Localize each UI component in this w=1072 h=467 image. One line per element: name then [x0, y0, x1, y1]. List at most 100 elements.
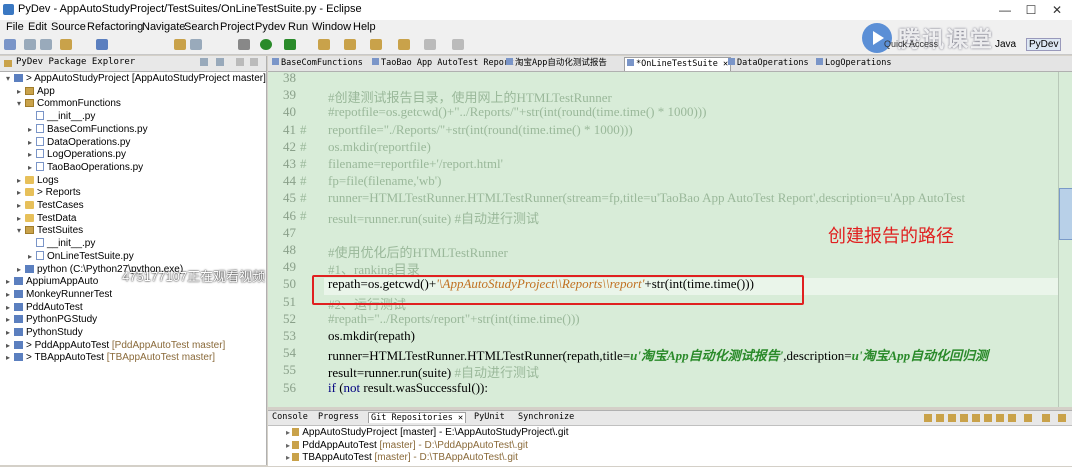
project-icon[interactable]: [174, 39, 186, 50]
code-line[interactable]: filename=reportfile+'/report.html': [328, 156, 503, 172]
code-line[interactable]: #创建测试报告目录，使用网上的HTMLTestRunner: [328, 87, 612, 106]
twisty-icon[interactable]: ▸: [28, 162, 36, 174]
perspective-pydev[interactable]: PyDev: [1026, 38, 1062, 51]
quick-access-field[interactable]: Quick Access: [884, 39, 938, 49]
editor-tab[interactable]: TaoBao App AutoTest Report: [370, 57, 516, 70]
code-line[interactable]: #repotfile=os.getcwd()+"../Reports/"+str…: [328, 104, 706, 120]
twisty-icon[interactable]: ▸: [17, 187, 25, 199]
view-toolbar-icon[interactable]: [936, 414, 944, 422]
editor-tab[interactable]: BaseComFunctions: [270, 57, 365, 70]
editor-tab[interactable]: DataOperations: [726, 57, 811, 70]
twisty-icon[interactable]: ▸: [17, 213, 25, 225]
tree-item[interactable]: ▾ > AppAutoStudyProject [AppAutoStudyProj…: [6, 73, 266, 85]
code-line[interactable]: #repath="../Reports/report"+str(int(time…: [328, 311, 580, 327]
menu-item-navigate[interactable]: Navigate: [142, 21, 185, 33]
twisty-icon[interactable]: ▸: [6, 314, 14, 326]
forward-icon[interactable]: [452, 39, 464, 50]
view-toolbar-icon[interactable]: [924, 414, 932, 422]
view-toolbar-icon[interactable]: [960, 414, 968, 422]
menu-item-run[interactable]: Run: [288, 21, 308, 33]
next-annotation-icon[interactable]: [370, 39, 382, 50]
code-line[interactable]: os.mkdir(repath): [328, 328, 415, 344]
twisty-icon[interactable]: ▸: [6, 302, 14, 314]
view-toolbar-icon[interactable]: [948, 414, 956, 422]
package-icon[interactable]: [96, 39, 108, 50]
twisty-icon[interactable]: ▸: [28, 124, 36, 136]
twisty-icon[interactable]: ▸: [6, 340, 14, 352]
bottom-tab[interactable]: Progress: [318, 412, 359, 422]
editor-scrollbar-thumb[interactable]: [1059, 188, 1072, 240]
tree-item[interactable]: ▸ LogOperations.py: [28, 149, 126, 161]
tree-item[interactable]: ▸ BaseComFunctions.py: [28, 123, 148, 136]
code-line[interactable]: runner=HTMLTestRunner.HTMLTestRunner(rep…: [328, 345, 988, 364]
twisty-icon[interactable]: ▸: [6, 276, 14, 288]
code-line[interactable]: fp=file(filename,'wb'): [328, 173, 441, 189]
open-folder-icon[interactable]: [60, 39, 72, 50]
menu-item-file[interactable]: File: [6, 21, 24, 33]
twisty-icon[interactable]: ▾: [6, 73, 14, 85]
tree-item[interactable]: ▸ PythonPGStudy: [6, 314, 97, 326]
menu-item-search[interactable]: Search: [184, 21, 219, 33]
twisty-icon[interactable]: ▸: [17, 264, 25, 276]
minimize-button[interactable]: —: [992, 2, 1018, 18]
tree-item[interactable]: ▸ TestData: [17, 213, 76, 225]
tree-item[interactable]: ▸ > PddAppAutoTest [PddAppAutoTest master…: [6, 340, 225, 352]
code-line[interactable]: os.mkdir(reportfile): [328, 139, 431, 155]
menu-item-project[interactable]: Project: [220, 21, 254, 33]
menu-item-edit[interactable]: Edit: [28, 21, 47, 33]
run-icon[interactable]: [260, 39, 272, 50]
tree-item[interactable]: ▸ TaoBaoOperations.py: [28, 161, 143, 174]
folder-icon[interactable]: [190, 39, 202, 50]
code-line[interactable]: result=runner.run(suite) #自动进行测试: [328, 362, 539, 381]
editor-tab[interactable]: *OnLineTestSuite ✕: [624, 57, 732, 71]
tree-item[interactable]: ▾ TestSuites: [17, 225, 83, 237]
close-button[interactable]: ✕: [1044, 2, 1070, 18]
code-line[interactable]: if (not result.wasSuccessful()):: [328, 380, 488, 396]
view-toolbar-icon[interactable]: [972, 414, 980, 422]
twisty-icon[interactable]: ▸: [17, 86, 25, 98]
annotation-icon[interactable]: [344, 39, 356, 50]
tree-item[interactable]: ▾ CommonFunctions: [17, 98, 121, 110]
code-line[interactable]: #使用优化后的HTMLTestRunner: [328, 242, 508, 261]
code-line[interactable]: result=runner.run(suite) #自动进行测试: [328, 208, 539, 227]
view-toolbar-icon[interactable]: [1008, 414, 1016, 422]
twisty-icon[interactable]: ▾: [17, 225, 25, 237]
editor-tab[interactable]: 淘宝App自动化测试报告: [504, 57, 609, 70]
menu-item-source[interactable]: Source: [51, 21, 86, 33]
code-line[interactable]: reportfile="./Reports/"+str(int(round(ti…: [328, 122, 633, 138]
package-explorer-tab[interactable]: PyDev Package Explorer: [0, 56, 266, 72]
bottom-tab[interactable]: Git Repositories ✕: [368, 412, 467, 423]
tree-item[interactable]: ▸ PddAutoTest: [6, 302, 83, 314]
tree-item[interactable]: ▸ PythonStudy: [6, 327, 83, 339]
save-icon[interactable]: [24, 39, 36, 50]
search-tool-icon[interactable]: [318, 39, 330, 50]
tree-item[interactable]: ▸ TestCases: [17, 200, 84, 212]
twisty-icon[interactable]: ▸: [28, 149, 36, 161]
tree-item[interactable]: ▸ OnLineTestSuite.py: [28, 250, 134, 263]
menu-item-window[interactable]: Window: [312, 21, 351, 33]
link-editor-icon[interactable]: [216, 58, 224, 66]
view-toolbar-icon[interactable]: [1024, 414, 1032, 422]
tree-item[interactable]: ▸ > Reports: [17, 187, 81, 199]
maximize-button[interactable]: ☐: [1018, 2, 1044, 18]
tree-item[interactable]: ▸ > TBAppAutoTest [TBAppAutoTest master]: [6, 352, 215, 364]
debug-icon[interactable]: [238, 39, 250, 50]
twisty-icon[interactable]: ▸: [17, 175, 25, 187]
tree-item[interactable]: __init__.py: [28, 238, 95, 250]
run-external-icon[interactable]: [284, 39, 296, 50]
maximize-view-icon[interactable]: [250, 58, 258, 66]
prev-annotation-icon[interactable]: [398, 39, 410, 50]
collapse-all-icon[interactable]: [200, 58, 208, 66]
tree-item[interactable]: ▸ AppiumAppAuto: [6, 276, 98, 288]
menu-item-refactoring[interactable]: Refactoring: [87, 21, 143, 33]
view-toolbar-icon[interactable]: [984, 414, 992, 422]
tree-item[interactable]: ▸ DataOperations.py: [28, 136, 130, 149]
twisty-icon[interactable]: ▾: [17, 98, 25, 110]
view-toolbar-icon[interactable]: [1058, 414, 1066, 422]
twisty-icon[interactable]: ▸: [28, 137, 36, 149]
twisty-icon[interactable]: ▸: [28, 251, 36, 263]
bottom-tab[interactable]: PyUnit: [474, 412, 505, 422]
tree-item[interactable]: ▸ App: [17, 86, 55, 98]
code-line[interactable]: runner=HTMLTestRunner.HTMLTestRunner(str…: [328, 190, 965, 206]
perspective-java[interactable]: Java: [995, 39, 1016, 50]
